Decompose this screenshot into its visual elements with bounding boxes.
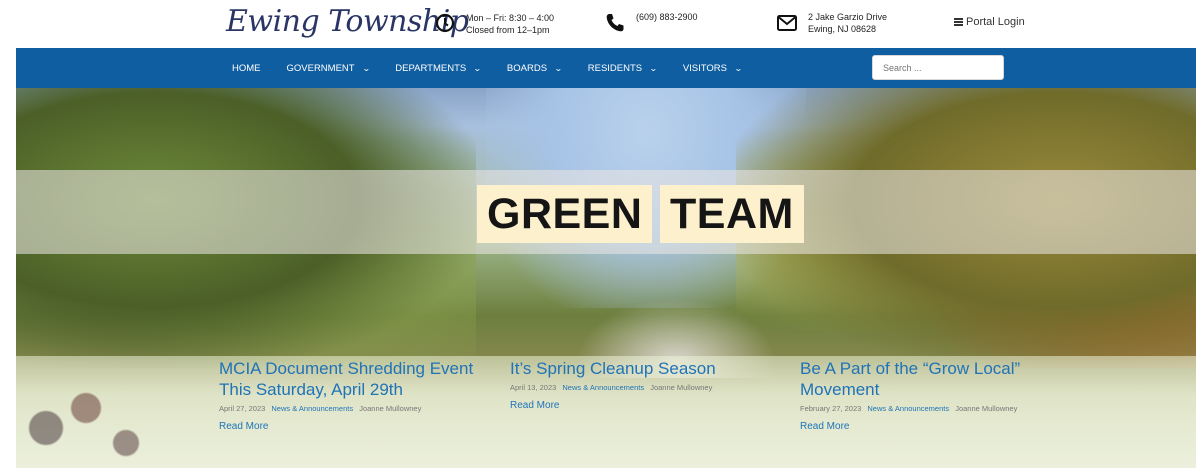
news-meta: February 27, 2023 News & Announcements J…: [800, 404, 1070, 413]
chevron-down-icon: ⌄: [733, 63, 743, 73]
hours-info: Mon – Fri: 8:30 – 4:00 Closed from 12–1p…: [434, 12, 554, 36]
read-more-link[interactable]: Read More: [219, 421, 489, 432]
envelope-icon: [776, 12, 798, 34]
nav-label: BOARDS: [506, 62, 548, 74]
nav-label: DEPARTMENTS: [395, 62, 467, 74]
portal-login-label: Portal Login: [966, 16, 1025, 28]
nav-item-government[interactable]: GOVERNMENT ⌄: [286, 62, 371, 74]
address-info: 2 Jake Garzio Drive Ewing, NJ 08628: [776, 12, 887, 35]
read-more-link[interactable]: Read More: [800, 421, 1070, 432]
hero-title-word-2: TEAM: [660, 185, 804, 243]
news-author: Joanne Mullowney: [650, 383, 713, 392]
read-more-link[interactable]: Read More: [510, 400, 780, 411]
nav-item-departments[interactable]: DEPARTMENTS ⌄: [395, 62, 482, 74]
nav-item-boards[interactable]: BOARDS ⌄: [506, 62, 563, 74]
chevron-down-icon: ⌄: [473, 63, 482, 73]
portal-login-link[interactable]: Portal Login: [954, 16, 1025, 28]
phone-info: (609) 883-2900: [604, 12, 698, 34]
news-date: April 27, 2023: [219, 404, 266, 413]
news-item: MCIA Document Shredding Event This Satur…: [219, 358, 489, 432]
nav-item-residents[interactable]: RESIDENTS ⌄: [587, 62, 658, 74]
nav-item-home[interactable]: HOME: [232, 63, 261, 74]
news-author: Joanne Mullowney: [359, 404, 422, 413]
news-title[interactable]: Be A Part of the “Grow Local” Movement: [800, 358, 1070, 400]
nav-label: VISITORS: [682, 62, 727, 74]
nav-label: GOVERNMENT: [286, 62, 355, 74]
news-item: It’s Spring Cleanup Season April 13, 202…: [510, 358, 780, 411]
hours-line-2: Closed from 12–1pm: [466, 25, 550, 35]
site-logo[interactable]: Ewing Township: [226, 4, 469, 39]
nav-label: RESIDENTS: [587, 62, 643, 74]
hero-title-word-1: GREEN: [477, 185, 653, 243]
chevron-down-icon: ⌄: [649, 63, 658, 73]
news-meta: April 13, 2023 News & Announcements Joan…: [510, 383, 780, 392]
nav-item-visitors[interactable]: VISITORS ⌄: [682, 62, 743, 74]
news-item: Be A Part of the “Grow Local” Movement F…: [800, 358, 1070, 432]
news-meta: April 27, 2023 News & Announcements Joan…: [219, 404, 489, 413]
address-line-1: 2 Jake Garzio Drive: [808, 12, 888, 22]
nav-label: HOME: [232, 62, 261, 74]
top-info-bar: Ewing Township Mon – Fri: 8:30 – 4:00 Cl…: [0, 0, 1200, 48]
news-category[interactable]: News & Announcements: [271, 404, 353, 413]
news-category[interactable]: News & Announcements: [562, 383, 644, 392]
main-nav: HOME GOVERNMENT ⌄ DEPARTMENTS ⌄ BOARDS ⌄ RE…: [16, 48, 1196, 88]
news-category[interactable]: News & Announcements: [867, 404, 949, 413]
berries-decoration: [16, 388, 186, 468]
phone-number[interactable]: (609) 883-2900: [636, 11, 698, 23]
search-input[interactable]: [872, 55, 1004, 80]
news-date: February 27, 2023: [800, 404, 862, 413]
news-title[interactable]: MCIA Document Shredding Event This Satur…: [219, 358, 489, 400]
news-date: April 13, 2023: [510, 383, 557, 392]
news-author: Joanne Mullowney: [955, 404, 1018, 413]
chevron-down-icon: ⌄: [361, 63, 371, 73]
chevron-down-icon: ⌄: [554, 63, 563, 73]
clock-icon: [434, 12, 456, 34]
hours-line-1: Mon – Fri: 8:30 – 4:00: [466, 13, 555, 23]
menu-icon: [954, 17, 963, 28]
address-line-2: Ewing, NJ 08628: [808, 24, 877, 34]
news-title[interactable]: It’s Spring Cleanup Season: [510, 358, 780, 379]
phone-icon: [604, 12, 626, 34]
